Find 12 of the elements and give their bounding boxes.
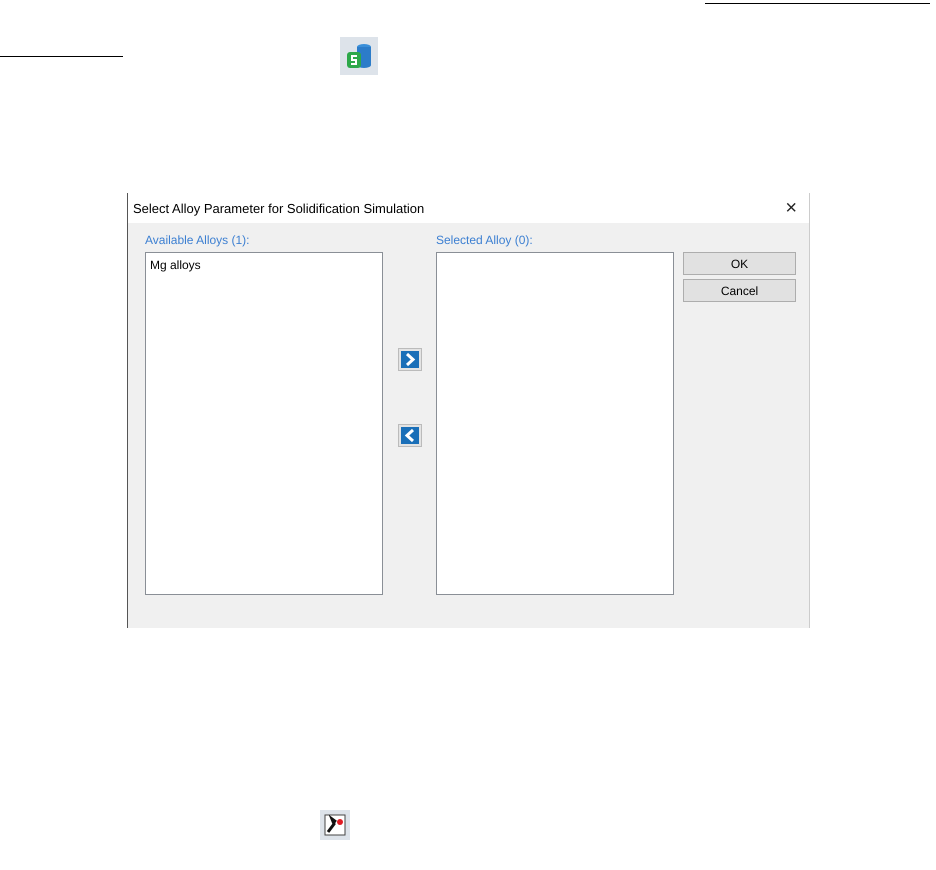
list-label: Selected Alloy (0):	[436, 233, 534, 248]
dialog-title: Select Alloy Parameter for Solidification Simulation	[133, 200, 424, 216]
list-label: Available Alloys (1):	[145, 233, 250, 248]
alloy-list[interactable]: Mg alloys	[145, 252, 383, 595]
ok-button[interactable]: OK	[683, 252, 796, 275]
list-item[interactable]: Mg alloys	[149, 257, 379, 273]
database-icon	[346, 42, 372, 70]
remove-button[interactable]	[398, 424, 422, 447]
close-button[interactable]: ×	[785, 198, 797, 218]
cancel-button[interactable]: Cancel	[683, 279, 796, 302]
add-button[interactable]	[398, 348, 422, 371]
tool-icon	[324, 814, 346, 836]
